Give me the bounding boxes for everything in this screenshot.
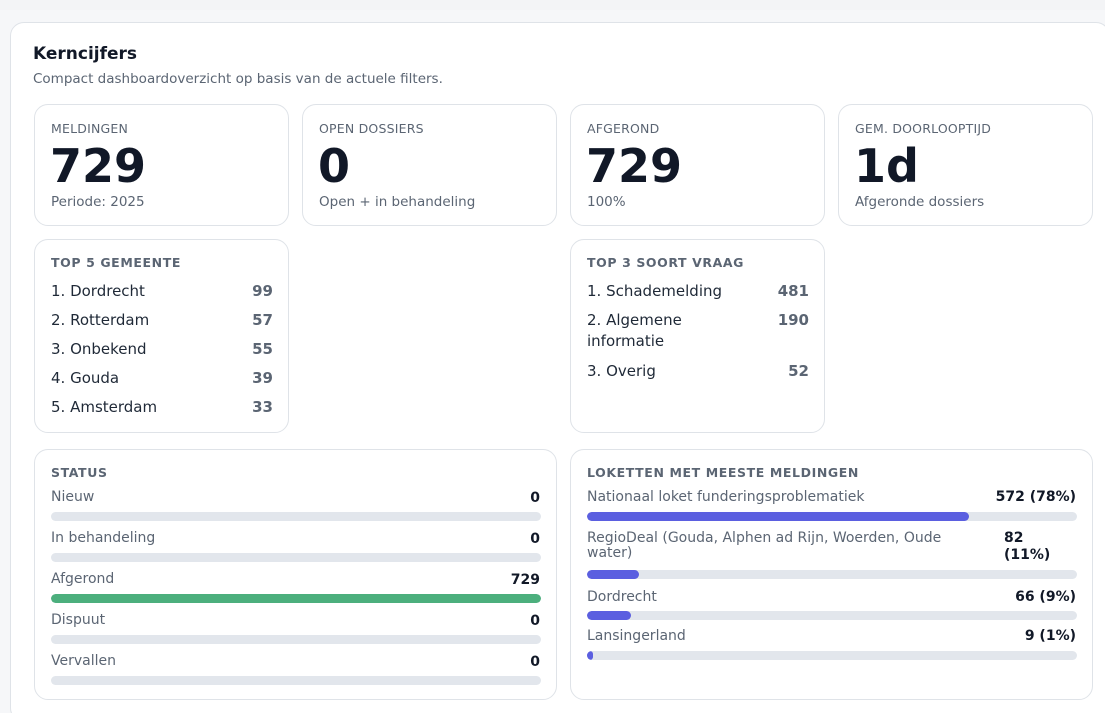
status-bar-track: [51, 594, 541, 603]
loket-bar-track: [587, 611, 1077, 620]
status-bar-track: [51, 553, 541, 562]
kpi-label: OPEN DOSSIERS: [319, 121, 424, 136]
loket-bar-fill: [587, 611, 632, 620]
list-item-label: 1. Schademelding: [587, 282, 723, 300]
list-item-label: 2. Algemene: [587, 311, 682, 329]
kpi-value: 729: [586, 139, 683, 193]
kpi-label: MELDINGEN: [51, 121, 129, 136]
list-item-label: 5. Amsterdam: [51, 398, 158, 416]
list-item-label: 3. Overig: [587, 362, 656, 380]
status-label-vervallen: Vervallen: [51, 653, 116, 669]
kpi-value: 729: [50, 139, 147, 193]
list-item-label: 2. Rotterdam: [51, 311, 150, 329]
kpi-card-doorlooptijd: GEM. DOORLOOPTIJD 1d Afgeronde dossiers: [838, 104, 1093, 226]
page-subtitle: Compact dashboardoverzicht op basis van …: [33, 71, 443, 87]
loket-bar-fill: [587, 512, 970, 521]
list-item-value: 481: [777, 282, 809, 300]
loket-value: 572 (78%): [995, 489, 1076, 505]
status-label-afgerond: Afgerond: [51, 571, 115, 587]
list-item-value: 39: [252, 369, 273, 387]
loketten-card: LOKETTEN MET MEESTE MELDINGEN Nationaal …: [570, 449, 1093, 700]
kpi-subtext: Afgeronde dossiers: [855, 194, 985, 210]
loket-bar-track: [587, 570, 1077, 579]
list-item-value: 99: [252, 282, 273, 300]
top-gemeente-card: TOP 5 GEMEENTE 1. Dordrecht 99 2. Rotter…: [34, 239, 289, 433]
top-gemeente-heading: TOP 5 GEMEENTE: [51, 255, 181, 270]
status-bar-track: [51, 512, 541, 521]
status-card: STATUS Nieuw 0 In behandeling 0 Afgerond…: [34, 449, 557, 700]
status-label-nieuw: Nieuw: [51, 489, 95, 505]
list-item-value: 33: [252, 398, 273, 416]
list-item-value: 55: [252, 340, 273, 358]
status-bar-fill: [51, 594, 541, 603]
list-item-value: 190: [777, 311, 809, 329]
list-item-label: 4. Gouda: [51, 369, 120, 387]
list-item-label: 3. Onbekend: [51, 340, 147, 358]
top-soort-vraag-card: TOP 3 SOORT VRAAG 1. Schademelding 481 2…: [570, 239, 825, 433]
loket-value: 82: [1004, 530, 1024, 546]
loket-label: RegioDeal (Gouda, Alphen ad Rijn, Woerde…: [587, 530, 942, 546]
kpi-subtext: Open + in behandeling: [319, 194, 476, 210]
kpi-value: 0: [318, 139, 351, 193]
loket-bar-track: [587, 651, 1077, 660]
loket-bar-fill: [587, 570, 640, 579]
list-item-label-continued: informatie: [587, 332, 665, 350]
loket-value: 66 (9%): [1015, 589, 1076, 605]
loket-label: Dordrecht: [587, 589, 657, 605]
loket-bar-track: [587, 512, 1077, 521]
status-bar-track: [51, 676, 541, 685]
list-item-label: 1. Dordrecht: [51, 282, 145, 300]
kpi-subtext: 100%: [587, 194, 626, 210]
loket-label: Nationaal loket funderingsproblematiek: [587, 489, 865, 505]
kpi-subtext: Periode: 2025: [51, 194, 145, 210]
list-item-value: 52: [788, 362, 809, 380]
status-value-nieuw: 0: [530, 490, 540, 506]
loket-label-continued: water): [587, 545, 633, 561]
kpi-card-open-dossiers: OPEN DOSSIERS 0 Open + in behandeling: [302, 104, 557, 226]
kpi-label: GEM. DOORLOOPTIJD: [855, 121, 992, 136]
kpi-value: 1d: [854, 139, 919, 193]
page-title: Kerncijfers: [33, 44, 138, 64]
loket-value-continued: (11%): [1004, 547, 1051, 563]
kpi-card-afgerond: AFGEROND 729 100%: [570, 104, 825, 226]
top-soort-vraag-heading: TOP 3 SOORT VRAAG: [587, 255, 745, 270]
status-value-vervallen: 0: [530, 654, 540, 670]
loket-label: Lansingerland: [587, 628, 686, 644]
loket-value: 9 (1%): [1024, 628, 1076, 644]
loketten-heading: LOKETTEN MET MEESTE MELDINGEN: [587, 465, 859, 480]
loket-bar-fill: [587, 651, 593, 660]
status-value-dispuut: 0: [530, 613, 540, 629]
status-heading: STATUS: [51, 465, 108, 480]
kpi-card-meldingen: MELDINGEN 729 Periode: 2025: [34, 104, 289, 226]
top-strip: [0, 0, 1105, 10]
status-label-in-behandeling: In behandeling: [51, 530, 156, 546]
status-value-afgerond: 729: [510, 572, 540, 588]
status-value-in-behandeling: 0: [530, 531, 540, 547]
kpi-label: AFGEROND: [587, 121, 660, 136]
list-item-value: 57: [252, 311, 273, 329]
status-bar-track: [51, 635, 541, 644]
status-label-dispuut: Dispuut: [51, 612, 106, 628]
